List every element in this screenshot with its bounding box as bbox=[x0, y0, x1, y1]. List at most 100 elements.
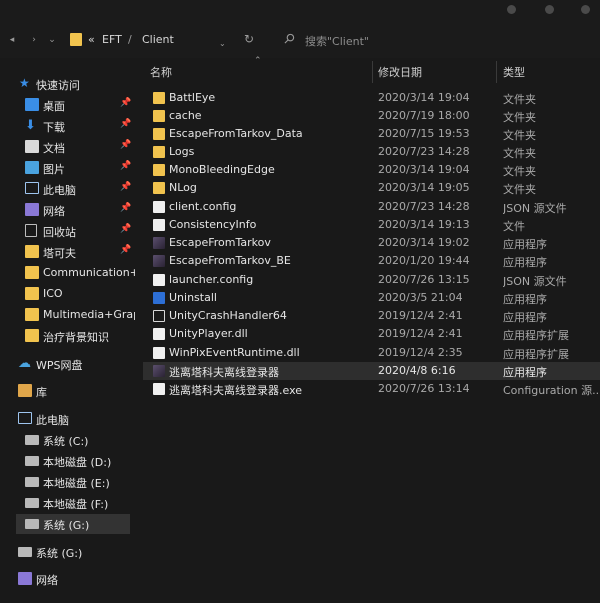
table-row[interactable]: cache 2020/7/19 18:00 文件夹 bbox=[143, 107, 600, 125]
pin-icon[interactable]: 📌 bbox=[120, 161, 131, 171]
file-list: ⌃ 名称 修改日期 类型 BattlEye 2020/3/14 19:04 文件… bbox=[137, 56, 600, 603]
sidebar-item-treatment[interactable]: 治疗背景知识 bbox=[0, 326, 137, 346]
address-bar[interactable]: « EFT / Client ⌄ bbox=[62, 28, 269, 52]
recent-icon[interactable]: ⌄ bbox=[46, 33, 58, 47]
window-control[interactable] bbox=[581, 5, 590, 14]
drive-icon bbox=[25, 477, 39, 487]
sidebar-drive-f[interactable]: 本地磁盘 (F:) bbox=[0, 493, 137, 513]
navigation-pane: ★ 快速访问 桌面 📌 ⬇ 下载 📌 文档 📌 图片 📌 此电脑 📌 网络 📌 … bbox=[0, 58, 137, 603]
table-row[interactable]: MonoBleedingEdge 2020/3/14 19:04 文件夹 bbox=[143, 161, 600, 179]
table-row[interactable]: BattlEye 2020/3/14 19:04 文件夹 bbox=[143, 89, 600, 107]
table-row[interactable]: Uninstall 2020/3/5 21:04 应用程序 bbox=[143, 289, 600, 307]
network-icon bbox=[18, 572, 32, 585]
chevron-down-icon[interactable]: ⌄ bbox=[219, 39, 226, 48]
table-row[interactable]: EscapeFromTarkov_BE 2020/1/20 19:44 应用程序 bbox=[143, 252, 600, 270]
desktop-icon bbox=[25, 98, 39, 111]
sidebar-item-downloads[interactable]: ⬇ 下载 📌 bbox=[0, 116, 137, 136]
pin-icon[interactable]: 📌 bbox=[120, 119, 131, 129]
breadcrumb-client[interactable]: Client bbox=[142, 33, 174, 46]
quick-access[interactable]: ★ 快速访问 bbox=[0, 74, 137, 94]
sidebar-item-pictures[interactable]: 图片 📌 bbox=[0, 158, 137, 178]
folder-icon bbox=[25, 329, 39, 342]
table-row[interactable]: NLog 2020/3/14 19:05 文件夹 bbox=[143, 179, 600, 197]
folder-icon bbox=[153, 128, 165, 140]
app-icon bbox=[153, 237, 165, 249]
sidebar-drive-c[interactable]: 系统 (C:) bbox=[0, 430, 137, 450]
table-row[interactable]: client.config 2020/7/23 14:28 JSON 源文件 bbox=[143, 198, 600, 216]
file-icon bbox=[153, 219, 165, 231]
breadcrumb-eft[interactable]: EFT bbox=[102, 33, 122, 46]
table-row[interactable]: launcher.config 2020/7/26 13:15 JSON 源文件 bbox=[143, 271, 600, 289]
breadcrumb-separator: / bbox=[128, 33, 132, 46]
drive-icon bbox=[25, 435, 39, 445]
sidebar-item-library[interactable]: 库 bbox=[0, 381, 137, 401]
sidebar-item-wps[interactable]: ☁ WPS网盘 bbox=[0, 354, 137, 374]
pin-icon[interactable]: 📌 bbox=[120, 140, 131, 150]
drive-icon bbox=[18, 547, 32, 557]
network-icon bbox=[25, 203, 39, 216]
folder-icon bbox=[153, 110, 165, 122]
sidebar-item-network[interactable]: 网络 📌 bbox=[0, 200, 137, 220]
star-icon: ★ bbox=[19, 76, 30, 90]
folder-icon bbox=[153, 146, 165, 158]
computer-icon bbox=[25, 182, 39, 194]
column-type[interactable]: 类型 bbox=[503, 64, 525, 80]
table-row[interactable]: EscapeFromTarkov 2020/3/14 19:02 应用程序 bbox=[143, 234, 600, 252]
pin-icon[interactable]: 📌 bbox=[120, 224, 131, 234]
sidebar-item-drive-g-root[interactable]: 系统 (G:) bbox=[0, 542, 137, 562]
sidebar-item-this-pc[interactable]: 此电脑 📌 bbox=[0, 179, 137, 199]
uninstall-icon bbox=[153, 292, 165, 304]
sidebar-item-communication[interactable]: Communication+I bbox=[0, 263, 137, 283]
sidebar-item-tarkov[interactable]: 塔可夫 📌 bbox=[0, 242, 137, 262]
table-row[interactable]: Logs 2020/7/23 14:28 文件夹 bbox=[143, 143, 600, 161]
app-icon bbox=[153, 365, 165, 377]
address-row: ◂ › ⌄ « EFT / Client ⌄ ↻ 搜索"Client" bbox=[0, 22, 600, 58]
sidebar-item-documents[interactable]: 文档 📌 bbox=[0, 137, 137, 157]
forward-icon[interactable]: › bbox=[28, 33, 40, 47]
drive-icon bbox=[25, 519, 39, 529]
library-icon bbox=[18, 384, 32, 397]
sidebar-item-multimedia[interactable]: Multimedia+Grap bbox=[0, 305, 137, 325]
sidebar-drive-d[interactable]: 本地磁盘 (D:) bbox=[0, 451, 137, 471]
column-divider[interactable] bbox=[372, 61, 373, 83]
column-name[interactable]: 名称 bbox=[150, 64, 172, 80]
cloud-icon: ☁ bbox=[18, 356, 31, 371]
sort-ascending-icon: ⌃ bbox=[254, 56, 262, 66]
table-row[interactable]: UnityPlayer.dll 2019/12/4 2:41 应用程序扩展 bbox=[143, 325, 600, 343]
pin-icon[interactable]: 📌 bbox=[120, 182, 131, 192]
folder-icon bbox=[153, 182, 165, 194]
column-header: ⌃ 名称 修改日期 类型 bbox=[137, 56, 600, 86]
table-row[interactable]: 逃离塔科夫离线登录器.exe 2020/7/26 13:14 Configura… bbox=[143, 380, 600, 398]
pin-icon[interactable]: 📌 bbox=[120, 98, 131, 108]
table-row[interactable]: ConsistencyInfo 2020/3/14 19:13 文件 bbox=[143, 216, 600, 234]
table-row[interactable]: WinPixEventRuntime.dll 2019/12/4 2:35 应用… bbox=[143, 344, 600, 362]
sidebar-item-recycle-bin[interactable]: 回收站 📌 bbox=[0, 221, 137, 241]
dll-icon bbox=[153, 328, 165, 340]
folder-icon bbox=[25, 308, 39, 321]
app-icon bbox=[153, 255, 165, 267]
pin-icon[interactable]: 📌 bbox=[120, 203, 131, 213]
sidebar-item-desktop[interactable]: 桌面 📌 bbox=[0, 95, 137, 115]
folder-icon bbox=[25, 266, 39, 279]
window-control[interactable] bbox=[545, 5, 554, 14]
drive-icon bbox=[25, 498, 39, 508]
computer-icon bbox=[18, 412, 32, 424]
table-row[interactable]: EscapeFromTarkov_Data 2020/7/15 19:53 文件… bbox=[143, 125, 600, 143]
sidebar-drive-e[interactable]: 本地磁盘 (E:) bbox=[0, 472, 137, 492]
window-control[interactable] bbox=[507, 5, 516, 14]
search-box[interactable]: 搜索"Client" bbox=[276, 28, 591, 52]
pin-icon[interactable]: 📌 bbox=[120, 245, 131, 255]
file-icon bbox=[153, 383, 165, 395]
refresh-icon[interactable]: ↻ bbox=[244, 32, 258, 46]
column-date[interactable]: 修改日期 bbox=[378, 64, 422, 80]
sidebar-item-network-root[interactable]: 网络 bbox=[0, 569, 137, 589]
column-divider[interactable] bbox=[496, 61, 497, 83]
table-row-selected[interactable]: 逃离塔科夫离线登录器 2020/4/8 6:16 应用程序 bbox=[143, 362, 600, 380]
sidebar-drive-g[interactable]: 系统 (G:) bbox=[16, 514, 130, 534]
sidebar-item-ico[interactable]: ICO bbox=[0, 284, 137, 304]
breadcrumb-overflow[interactable]: « bbox=[88, 33, 95, 46]
back-icon[interactable]: ◂ bbox=[6, 33, 18, 47]
table-row[interactable]: UnityCrashHandler64 2019/12/4 2:41 应用程序 bbox=[143, 307, 600, 325]
search-input[interactable]: 搜索"Client" bbox=[305, 33, 369, 49]
sidebar-item-this-pc-root[interactable]: 此电脑 bbox=[0, 409, 137, 429]
